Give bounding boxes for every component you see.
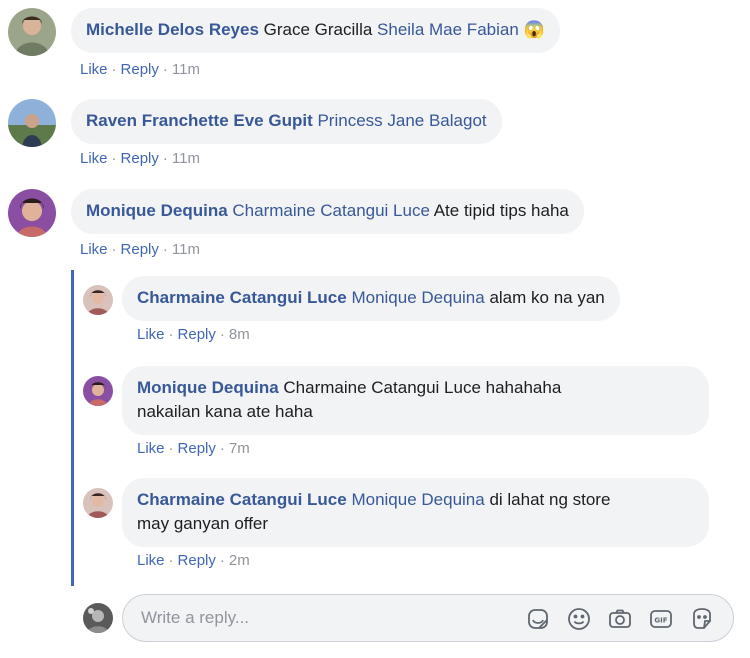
avatar[interactable]: [8, 99, 56, 147]
gif-icon[interactable]: GIF: [648, 606, 674, 632]
comment: Michelle Delos Reyes Grace Gracilla Shei…: [8, 8, 560, 56]
comment: Raven Franchette Eve Gupit Princess Jane…: [8, 99, 502, 147]
like-link[interactable]: Like: [137, 440, 165, 457]
mention-link[interactable]: Princess Jane Balagot: [317, 111, 486, 130]
mention-link[interactable]: Sheila Mae Fabian: [377, 20, 519, 39]
reply-input[interactable]: [141, 595, 501, 641]
reply-actions: Like · Reply · 7m: [137, 440, 250, 457]
emoji-icon[interactable]: [566, 606, 592, 632]
author-name[interactable]: Charmaine Catangui Luce: [137, 288, 347, 307]
author-name[interactable]: Michelle Delos Reyes: [86, 20, 259, 39]
avatar[interactable]: [8, 189, 56, 237]
reply-link[interactable]: Reply: [178, 440, 216, 457]
like-link[interactable]: Like: [80, 241, 108, 258]
reply-text-line: nakailan kana ate haha: [137, 402, 313, 421]
reply-actions: Like · Reply · 8m: [137, 326, 250, 343]
timestamp[interactable]: 11m: [172, 150, 200, 167]
mention-link[interactable]: Monique Dequina: [351, 490, 484, 509]
reply: Charmaine Catangui Luce Monique Dequina …: [83, 478, 709, 547]
reply: Monique Dequina Charmaine Catangui Luce …: [83, 366, 709, 435]
comment: Monique Dequina Charmaine Catangui Luce …: [8, 189, 584, 237]
timestamp[interactable]: 8m: [229, 326, 250, 343]
timestamp[interactable]: 2m: [229, 552, 250, 569]
reply-thread-line: [71, 270, 74, 586]
camera-icon[interactable]: [607, 606, 633, 632]
like-link[interactable]: Like: [137, 552, 165, 569]
timestamp[interactable]: 11m: [172, 61, 200, 78]
reply-actions: Like · Reply · 2m: [137, 552, 250, 569]
avatar[interactable]: [8, 8, 56, 56]
like-link[interactable]: Like: [137, 326, 165, 343]
avatar[interactable]: [83, 488, 113, 518]
comment-bubble: Monique Dequina Charmaine Catangui Luce …: [71, 189, 584, 234]
avatar[interactable]: [83, 376, 113, 406]
reply-text: alam ko na yan: [489, 288, 605, 307]
comment-actions: Like · Reply · 11m: [80, 241, 200, 258]
reply-text-line: may ganyan offer: [137, 514, 269, 533]
reply-link[interactable]: Reply: [121, 61, 159, 78]
reply-bubble: Charmaine Catangui Luce Monique Dequina …: [122, 478, 709, 547]
reply-text-line: di lahat ng store: [489, 490, 611, 509]
reply-link[interactable]: Reply: [178, 552, 216, 569]
avatar-sticker-icon[interactable]: [689, 606, 715, 632]
shocked-emoji-icon: 😱: [523, 20, 545, 39]
reply-link[interactable]: Reply: [178, 326, 216, 343]
author-name[interactable]: Monique Dequina: [86, 201, 228, 220]
sticker-icon[interactable]: [525, 606, 551, 632]
composer-icons: GIF: [525, 606, 715, 632]
avatar[interactable]: [83, 285, 113, 315]
reply-composer[interactable]: GIF: [122, 594, 734, 642]
timestamp[interactable]: 11m: [172, 241, 200, 258]
comment-bubble: Michelle Delos Reyes Grace Gracilla Shei…: [71, 8, 560, 53]
reply-bubble: Monique Dequina Charmaine Catangui Luce …: [122, 366, 709, 435]
svg-text:GIF: GIF: [654, 617, 667, 625]
comment-actions: Like · Reply · 11m: [80, 150, 200, 167]
like-link[interactable]: Like: [80, 150, 108, 167]
comment-bubble: Raven Franchette Eve Gupit Princess Jane…: [71, 99, 502, 144]
mention-link[interactable]: Monique Dequina: [351, 288, 484, 307]
reply: Charmaine Catangui Luce Monique Dequina …: [83, 276, 620, 321]
author-name[interactable]: Monique Dequina: [137, 378, 279, 397]
reply-bubble: Charmaine Catangui Luce Monique Dequina …: [122, 276, 620, 321]
mention-link[interactable]: Charmaine Catangui Luce: [232, 201, 430, 220]
comment-text: Ate tipid tips haha: [433, 201, 569, 220]
comment-text: Grace Gracilla: [263, 20, 373, 39]
reply-text-line: Charmaine Catangui Luce hahahaha: [283, 378, 562, 397]
author-name[interactable]: Charmaine Catangui Luce: [137, 490, 347, 509]
comment-actions: Like · Reply · 11m: [80, 61, 200, 78]
like-link[interactable]: Like: [80, 61, 108, 78]
author-name[interactable]: Raven Franchette Eve Gupit: [86, 111, 313, 130]
current-user-avatar[interactable]: [83, 603, 113, 633]
reply-link[interactable]: Reply: [121, 150, 159, 167]
reply-link[interactable]: Reply: [121, 241, 159, 258]
timestamp[interactable]: 7m: [229, 440, 250, 457]
